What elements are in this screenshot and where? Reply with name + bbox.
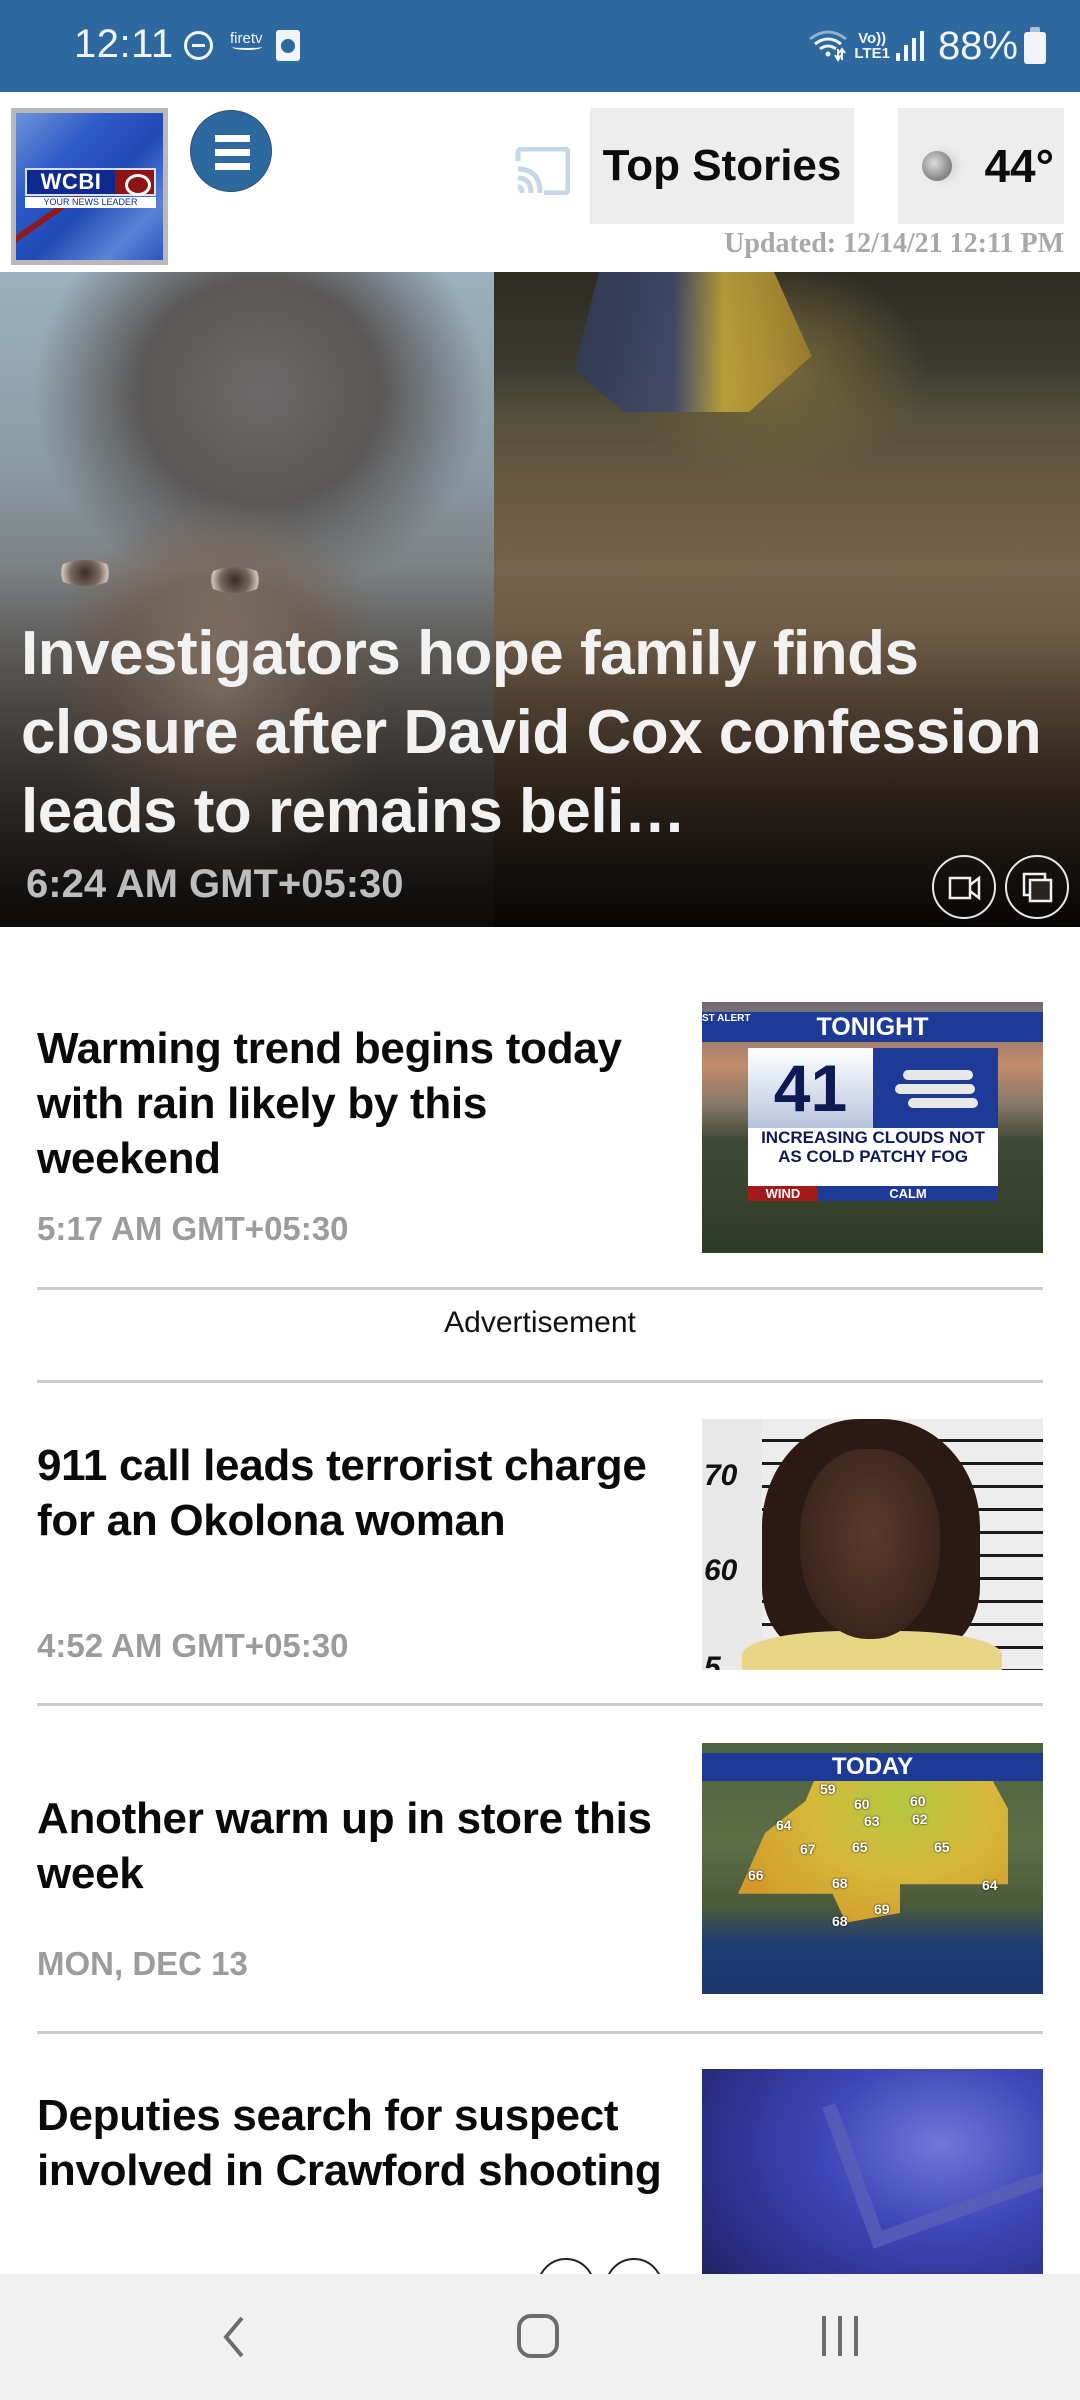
home-icon[interactable] <box>515 2310 561 2364</box>
story-thumbnail[interactable]: TODAY 59 60 60 64 63 62 67 65 65 66 68 6… <box>702 1743 1043 1994</box>
app-header: WCBI YOUR NEWS LEADER Top Stories 44° Up… <box>0 92 1080 272</box>
video-button[interactable] <box>932 855 996 919</box>
story-title[interactable]: Deputies search for suspect involved in … <box>37 2088 677 2198</box>
map-temp-gulfport: 68 <box>832 1913 848 1929</box>
story-thumbnail[interactable]: 70 60 5 <box>702 1419 1043 1670</box>
status-bar: 12:11 firetv Vo)) LTE1 88% <box>0 0 1080 92</box>
story-time: 5:17 AM GMT+05:30 <box>37 1210 349 1247</box>
battery-icon <box>1024 27 1046 64</box>
story-title[interactable]: Another warm up in store this week <box>37 1791 677 1901</box>
wcbi-logo[interactable]: WCBI YOUR NEWS LEADER <box>11 108 168 265</box>
back-icon[interactable] <box>218 2310 248 2364</box>
logo-text: WCBI <box>40 169 102 194</box>
volte-lte-indicator: Vo)) LTE1 <box>854 31 890 61</box>
divider <box>37 1287 1043 1290</box>
map-temp-birmingham: 62 <box>912 1811 928 1827</box>
battery-percent: 88% <box>937 23 1018 68</box>
story-item[interactable]: Another warm up in store this week MON, … <box>0 1706 1080 2031</box>
thumb-forecast-text: INCREASING CLOUDS NOT AS COLD PATCHY FOG <box>748 1128 998 1186</box>
map-temp-tupelo: 60 <box>854 1796 870 1812</box>
map-temp-memphis: 59 <box>820 1781 836 1797</box>
lte-label: LTE1 <box>854 45 890 62</box>
cbs-eye-icon <box>115 170 154 196</box>
do-not-disturb-icon <box>184 31 213 60</box>
wind-value: CALM <box>818 1186 998 1201</box>
hero-title[interactable]: Investigators hope family finds closure … <box>21 614 1061 851</box>
recents-icon[interactable] <box>818 2310 862 2364</box>
firetv-icon: firetv <box>230 30 263 50</box>
section-label: Top Stories <box>602 141 842 190</box>
thumb-banner: TONIGHT <box>702 1012 1043 1042</box>
story-thumbnail[interactable]: TONIGHT ST ALERT 41 INCREASING CLOUDS NO… <box>702 1002 1043 1253</box>
volte-label: Vo)) <box>858 30 887 47</box>
gallery-icon <box>1022 872 1053 903</box>
logo-tagline: YOUR NEWS LEADER <box>25 197 156 208</box>
gallery-button[interactable] <box>1005 855 1069 919</box>
system-navigation-bar <box>0 2274 1080 2400</box>
advertisement-label: Advertisement <box>444 1306 636 1339</box>
weather-button[interactable]: 44° <box>898 108 1064 224</box>
thumb-temp: 41 <box>748 1048 873 1128</box>
video-camera-icon <box>948 875 981 901</box>
story-time: MON, DEC 13 <box>37 1945 248 1982</box>
story-item[interactable]: Warming trend begins today with rain lik… <box>0 927 1080 1287</box>
story-item[interactable]: Deputies search for suspect involved in … <box>0 2034 1080 2274</box>
updated-timestamp: Updated: 12/14/21 12:11 PM <box>724 228 1064 259</box>
hamburger-icon <box>215 135 250 142</box>
signal-strength-icon <box>895 31 924 61</box>
story-time: 4:52 AM GMT+05:30 <box>37 1627 349 1664</box>
wifi-icon <box>809 30 848 62</box>
cast-icon[interactable] <box>514 147 570 195</box>
map-temp-columbus: 63 <box>864 1813 880 1829</box>
map-temp-huntsville: 60 <box>910 1793 926 1809</box>
section-selector-button[interactable]: Top Stories <box>590 108 854 224</box>
mugshot-photo <box>800 1449 940 1639</box>
clock-app-icon <box>276 30 300 61</box>
thumb-banner: TODAY <box>702 1753 1043 1781</box>
map-temp-meridian: 65 <box>852 1839 868 1855</box>
status-time: 12:11 <box>74 22 174 66</box>
story-item[interactable]: 911 call leads terrorist charge for an O… <box>0 1383 1080 1703</box>
story-title[interactable]: Warming trend begins today with rain lik… <box>37 1021 677 1186</box>
temperature: 44° <box>984 140 1054 192</box>
height-scale-label: 60 <box>704 1554 738 1587</box>
map-temp-greenville: 64 <box>776 1817 792 1833</box>
video-button[interactable] <box>537 2258 595 2274</box>
moon-cloud-icon <box>922 151 953 181</box>
height-scale-label: 5 <box>704 1651 721 1670</box>
first-alert-logo: ST ALERT <box>702 1013 751 1024</box>
map-temp-dothan: 64 <box>982 1877 998 1893</box>
firetv-label: firetv <box>230 30 263 47</box>
story-thumbnail[interactable] <box>702 2069 1043 2274</box>
story-title[interactable]: 911 call leads terrorist charge for an O… <box>37 1438 677 1548</box>
map-temp-natchez: 66 <box>748 1867 764 1883</box>
wind-label: WIND <box>748 1186 818 1201</box>
gallery-button[interactable] <box>605 2258 663 2274</box>
map-temp-mobile: 69 <box>874 1901 890 1917</box>
menu-button[interactable] <box>190 110 272 192</box>
hero-story[interactable]: Investigators hope family finds closure … <box>0 272 1080 927</box>
map-temp-hattiesburg: 68 <box>832 1875 848 1891</box>
hero-time: 6:24 AM GMT+05:30 <box>26 862 404 906</box>
cloud-icon <box>873 1048 998 1128</box>
height-scale-label: 70 <box>704 1459 738 1492</box>
status-right-group: Vo)) LTE1 88% <box>808 22 1046 70</box>
map-temp-jackson: 67 <box>800 1841 816 1857</box>
map-temp-montgomery: 65 <box>934 1839 950 1855</box>
